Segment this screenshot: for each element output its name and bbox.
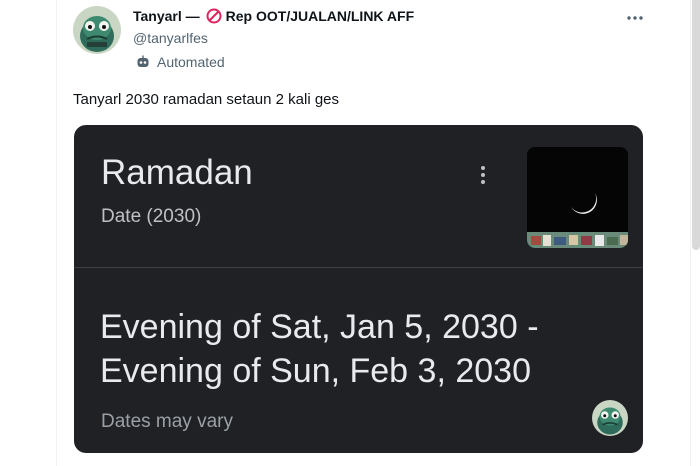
tweet-header: Tanyarl — Rep OOT/JUALAN/LINK AFF @tanya…	[133, 8, 414, 70]
scrollbar[interactable]	[692, 0, 700, 250]
automated-label: Automated	[157, 54, 225, 70]
watermark-avatar-icon	[592, 400, 628, 436]
author-name[interactable]: Tanyarl — Rep OOT/JUALAN/LINK AFF	[133, 8, 414, 24]
crescent-moon-image	[527, 147, 628, 248]
no-entry-icon	[206, 8, 222, 24]
author-handle[interactable]: @tanyarlfes	[133, 30, 414, 46]
author-display-name: Tanyarl —	[133, 8, 200, 24]
author-name-suffix: Rep OOT/JUALAN/LINK AFF	[225, 8, 415, 24]
card-dates: Evening of Sat, Jan 5, 2030 - Evening of…	[100, 305, 539, 393]
card-subtitle: Date (2030)	[101, 206, 202, 227]
bot-icon	[136, 55, 150, 69]
avatar[interactable]	[73, 6, 121, 54]
tweet-text: Tanyarl 2030 ramadan setaun 2 kali ges	[73, 91, 340, 108]
timeline-left-border	[56, 0, 57, 466]
more-vertical-icon	[473, 163, 493, 187]
card-dates-line-1: Evening of Sat, Jan 5, 2030 -	[100, 308, 539, 346]
card-note: Dates may vary	[101, 411, 233, 432]
card-divider	[74, 267, 643, 268]
card-dates-line-2: Evening of Sun, Feb 3, 2030	[100, 352, 531, 390]
card-title: Ramadan	[101, 153, 253, 192]
more-button[interactable]	[624, 8, 646, 28]
more-horizontal-icon	[627, 16, 643, 20]
tweet-media-card[interactable]: Ramadan Date (2030) Evening of Sat, Jan …	[74, 125, 643, 453]
timeline-right-border	[690, 0, 691, 466]
automated-badge[interactable]: Automated	[136, 54, 414, 70]
